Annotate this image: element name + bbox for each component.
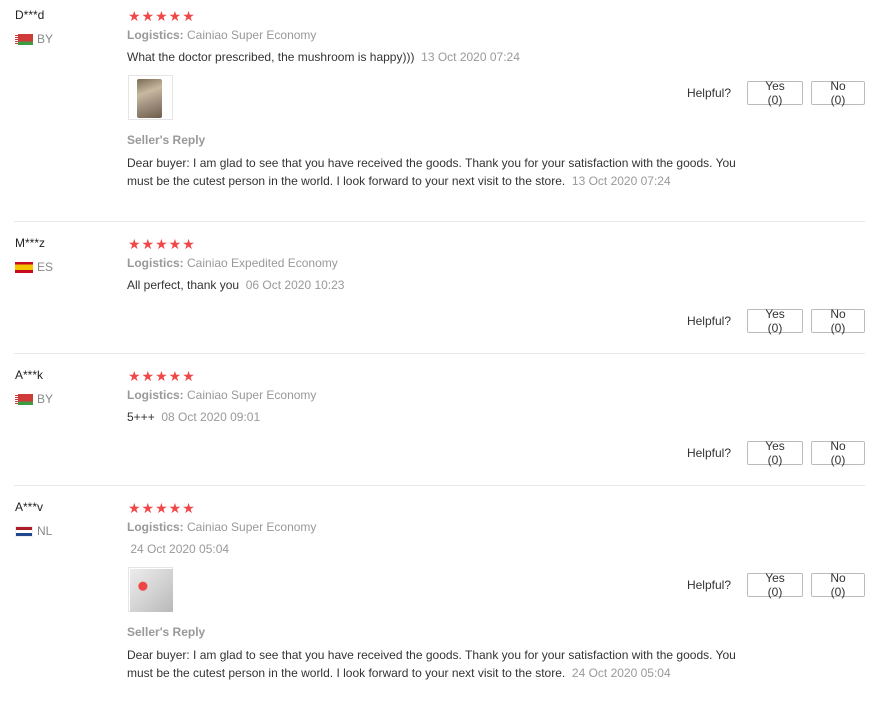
reviewer-name: D***d xyxy=(15,8,45,22)
country-code: BY xyxy=(37,392,54,406)
helpful-controls: Helpful? Yes (0) No (0) xyxy=(686,571,865,599)
photo-image xyxy=(130,569,173,612)
reviewer-name: A***v xyxy=(15,500,44,514)
helpful-label: Helpful? xyxy=(686,446,731,460)
flag-es-icon xyxy=(15,261,33,273)
helpful-yes-button[interactable]: Yes (0) xyxy=(747,307,803,335)
seller-reply-text: Dear buyer: I am glad to see that you ha… xyxy=(127,154,739,190)
review-item: M***z ES ★★★★★ Logistics: Cainiao Expedi… xyxy=(0,228,865,353)
reviewer-name: M***z xyxy=(15,236,46,250)
review-photo-thumbnail[interactable] xyxy=(128,567,173,612)
helpful-no-button[interactable]: No (0) xyxy=(811,79,865,107)
feedback-date: 08 Oct 2020 09:01 xyxy=(161,410,261,424)
logistics-value: Cainiao Super Economy xyxy=(187,28,317,42)
feedback-body: What the doctor prescribed, the mushroom… xyxy=(127,50,415,64)
helpful-label: Helpful? xyxy=(686,314,731,328)
logistics-info: Logistics: Cainiao Super Economy xyxy=(127,28,316,42)
reviewer-country: ES xyxy=(15,260,53,274)
reviewer-name: A***k xyxy=(15,368,44,382)
feedback-date: 13 Oct 2020 07:24 xyxy=(421,50,520,64)
feedback-text: 5+++ 08 Oct 2020 09:01 xyxy=(127,410,260,424)
review-item: D***d BY ★★★★★ Logistics: Cainiao Super … xyxy=(0,0,865,221)
feedback-body: All perfect, thank you xyxy=(127,278,240,292)
flag-by-icon xyxy=(15,393,33,405)
helpful-controls: Helpful? Yes (0) No (0) xyxy=(686,307,865,335)
feedback-date: 24 Oct 2020 05:04 xyxy=(130,542,230,556)
helpful-no-button[interactable]: No (0) xyxy=(811,307,865,335)
logistics-label: Logistics: xyxy=(127,520,184,534)
feedback-body: 5+++ xyxy=(127,410,155,424)
flag-by-icon xyxy=(15,33,33,45)
review-divider xyxy=(14,221,865,222)
star-rating: ★★★★★ xyxy=(128,500,196,516)
star-rating: ★★★★★ xyxy=(128,8,196,24)
logistics-value: Cainiao Super Economy xyxy=(187,520,317,534)
helpful-no-button[interactable]: No (0) xyxy=(811,439,865,467)
helpful-label: Helpful? xyxy=(686,578,731,592)
reviewer-country: NL xyxy=(15,524,52,538)
feedback-text: 24 Oct 2020 05:04 xyxy=(127,542,229,556)
helpful-yes-button[interactable]: Yes (0) xyxy=(747,79,803,107)
country-code: NL xyxy=(37,524,53,538)
country-code: ES xyxy=(37,260,54,274)
seller-reply-date: 24 Oct 2020 05:04 xyxy=(571,666,671,680)
feedback-text: What the doctor prescribed, the mushroom… xyxy=(127,50,520,64)
logistics-value: Cainiao Super Economy xyxy=(187,388,317,402)
flag-nl-icon xyxy=(15,525,33,537)
photo-image xyxy=(137,79,162,118)
star-rating: ★★★★★ xyxy=(128,236,196,252)
review-divider xyxy=(14,485,865,486)
reviewer-country: BY xyxy=(15,32,53,46)
country-code: BY xyxy=(37,32,54,46)
feedback-date: 06 Oct 2020 10:23 xyxy=(245,278,345,292)
feedback-text: All perfect, thank you 06 Oct 2020 10:23 xyxy=(127,278,344,292)
helpful-no-button[interactable]: No (0) xyxy=(811,571,865,599)
review-photo-thumbnail[interactable] xyxy=(128,75,173,120)
logistics-info: Logistics: Cainiao Expedited Economy xyxy=(127,256,338,270)
logistics-label: Logistics: xyxy=(127,256,184,270)
logistics-info: Logistics: Cainiao Super Economy xyxy=(127,388,316,402)
seller-reply-title: Seller's Reply xyxy=(127,133,206,147)
seller-reply-text: Dear buyer: I am glad to see that you ha… xyxy=(127,646,739,682)
logistics-info: Logistics: Cainiao Super Economy xyxy=(127,520,316,534)
helpful-controls: Helpful? Yes (0) No (0) xyxy=(686,439,865,467)
logistics-label: Logistics: xyxy=(127,28,184,42)
review-item: A***v NL ★★★★★ Logistics: Cainiao Super … xyxy=(0,492,865,704)
review-divider xyxy=(14,353,865,354)
helpful-label: Helpful? xyxy=(686,86,731,100)
seller-reply-title: Seller's Reply xyxy=(127,625,206,639)
helpful-yes-button[interactable]: Yes (0) xyxy=(747,439,803,467)
reviewer-country: BY xyxy=(15,392,53,406)
helpful-controls: Helpful? Yes (0) No (0) xyxy=(686,79,865,107)
star-rating: ★★★★★ xyxy=(128,368,196,384)
logistics-label: Logistics: xyxy=(127,388,184,402)
review-item: A***k BY ★★★★★ Logistics: Cainiao Super … xyxy=(0,360,865,485)
helpful-yes-button[interactable]: Yes (0) xyxy=(747,571,803,599)
seller-reply-date: 13 Oct 2020 07:24 xyxy=(571,174,671,188)
logistics-value: Cainiao Expedited Economy xyxy=(187,256,338,270)
